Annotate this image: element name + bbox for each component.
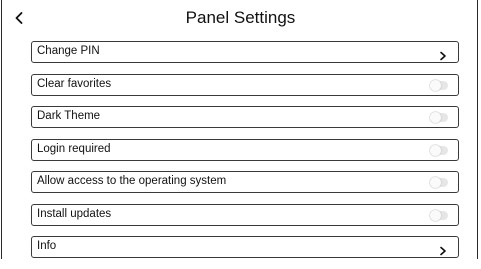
setting-label: Clear favorites bbox=[37, 77, 112, 90]
setting-login-required[interactable]: Login required bbox=[31, 138, 459, 161]
toggle-knob bbox=[430, 79, 441, 91]
header: Panel Settings bbox=[0, 0, 481, 36]
setting-clear-favorites[interactable]: Clear favorites bbox=[31, 73, 459, 96]
setting-info[interactable]: Info bbox=[31, 236, 459, 258]
dark-theme-toggle[interactable] bbox=[430, 112, 448, 123]
setting-change-pin[interactable]: Change PIN bbox=[31, 41, 459, 63]
setting-label: Dark Theme bbox=[37, 110, 101, 122]
chevron-right-icon bbox=[439, 243, 447, 256]
install-updates-toggle[interactable] bbox=[430, 209, 448, 221]
setting-label: Allow access to the operating system bbox=[37, 175, 227, 187]
setting-label: Change PIN bbox=[37, 45, 100, 57]
clear-favorites-toggle[interactable] bbox=[430, 79, 448, 91]
settings-list: Change PIN Clear favorites Dark Theme Lo… bbox=[31, 41, 459, 269]
login-required-toggle[interactable] bbox=[430, 144, 448, 156]
allow-os-access-toggle[interactable] bbox=[430, 177, 448, 188]
page-title: Panel Settings bbox=[185, 8, 296, 27]
toggle-knob bbox=[430, 112, 441, 123]
setting-label: Info bbox=[37, 240, 57, 252]
toggle-knob bbox=[430, 144, 441, 156]
setting-dark-theme[interactable]: Dark Theme bbox=[31, 106, 459, 128]
setting-label: Login required bbox=[37, 142, 111, 155]
toggle-knob bbox=[430, 209, 441, 221]
chevron-right-icon bbox=[439, 48, 447, 61]
setting-allow-os-access[interactable]: Allow access to the operating system bbox=[31, 171, 459, 193]
setting-label: Install updates bbox=[37, 207, 112, 220]
setting-install-updates[interactable]: Install updates bbox=[31, 203, 459, 226]
toggle-knob bbox=[430, 177, 441, 188]
